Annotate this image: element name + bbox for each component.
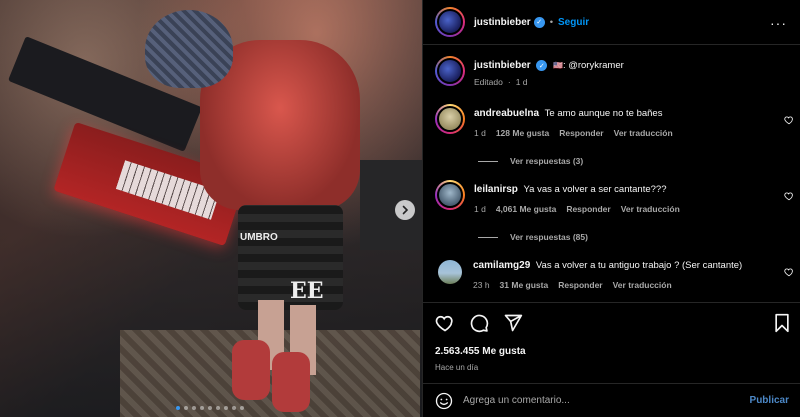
caption-author-avatar[interactable]: [435, 56, 465, 86]
post-actions: 2.563.455 Me gusta Hace un día: [423, 302, 800, 382]
carousel-dot: [224, 406, 228, 410]
comment-username[interactable]: leilanirsp: [474, 184, 518, 195]
comment-likes[interactable]: 128 Me gusta: [496, 128, 549, 138]
like-comment-heart-icon[interactable]: [784, 191, 794, 201]
comment-text: Vas a volver a tu antiguo trabajo ? (Ser…: [535, 260, 743, 271]
commenter-avatar[interactable]: [438, 260, 462, 284]
comment-text: Ya vas a volver a ser cantante???: [523, 184, 667, 195]
photo-person-beanie: [145, 10, 233, 88]
author-avatar[interactable]: [435, 7, 465, 37]
chevron-right-icon: [402, 205, 409, 215]
comment-item: camilamg29 Vas a volver a tu antiguo tra…: [435, 260, 742, 290]
comment-item: leilanirsp Ya vas a volver a ser cantant…: [435, 180, 680, 214]
comment-input[interactable]: [463, 395, 750, 406]
caption-text: : @rorykramer: [562, 60, 624, 72]
carousel-dot: [240, 406, 244, 410]
carousel-dot: [184, 406, 188, 410]
verified-badge-icon: ✓: [533, 16, 545, 28]
translate-button[interactable]: Ver traducción: [621, 204, 680, 214]
carousel-dot: [176, 406, 180, 410]
photo-shorts-logo: EE: [290, 278, 324, 304]
share-send-icon[interactable]: [503, 313, 523, 333]
follow-button[interactable]: Seguir: [558, 17, 589, 28]
publish-button[interactable]: Publicar: [750, 395, 789, 406]
separator-dot: •: [549, 16, 554, 28]
carousel-dot: [216, 406, 220, 410]
post-time-ago: Hace un día: [435, 363, 479, 372]
verified-badge-icon: ✓: [536, 60, 548, 71]
comment-username[interactable]: andreabuelna: [474, 108, 539, 119]
commenter-avatar[interactable]: [435, 180, 465, 210]
author-username[interactable]: justinbieber: [474, 17, 531, 28]
separator-dot: ·: [507, 77, 511, 88]
post-header: justinbieber ✓ • Seguir ···: [423, 0, 800, 45]
next-photo-button[interactable]: [395, 200, 415, 220]
replies-line: [478, 160, 498, 162]
photo-person-sock-left: [232, 340, 270, 400]
carousel-dot: [208, 406, 212, 410]
more-options-icon[interactable]: ···: [770, 15, 787, 31]
comment-time[interactable]: 23 h: [473, 280, 490, 290]
view-replies-button[interactable]: Ver respuestas (3): [478, 156, 583, 166]
translate-button[interactable]: Ver traducción: [614, 128, 673, 138]
caption: justinbieber ✓ 🇺🇸: @rorykramer Editado ·…: [435, 56, 624, 87]
action-icons: [435, 313, 523, 333]
post-photo[interactable]: UMBRO EE: [0, 0, 422, 417]
view-replies-label: Ver respuestas (85): [510, 232, 588, 242]
post-side-panel: justinbieber ✓ • Seguir ··· justinbieber…: [422, 0, 800, 417]
like-comment-heart-icon[interactable]: [784, 267, 794, 277]
post-viewer: UMBRO EE justinbieber ✓ • Seguir ··· jus…: [0, 0, 800, 417]
view-replies-label: Ver respuestas (3): [510, 156, 584, 166]
view-replies-button[interactable]: Ver respuestas (85): [478, 232, 588, 242]
commenter-avatar[interactable]: [435, 104, 465, 134]
photo-shorts-brand: UMBRO: [240, 232, 278, 243]
comment-likes[interactable]: 31 Me gusta: [500, 280, 549, 290]
carousel-dot: [232, 406, 236, 410]
comment-text: Te amo aunque no te bañes: [544, 108, 663, 119]
comment-bubble-icon[interactable]: [469, 313, 489, 333]
translate-button[interactable]: Ver traducción: [613, 280, 672, 290]
reply-button[interactable]: Responder: [559, 128, 603, 138]
edited-time: 1 d: [515, 77, 528, 88]
carousel-dot: [192, 406, 196, 410]
edited-label: Editado: [474, 77, 503, 88]
comment-time[interactable]: 1 d: [474, 204, 486, 214]
carousel-indicator: [176, 406, 244, 410]
likes-count[interactable]: 2.563.455 Me gusta: [435, 346, 526, 357]
save-bookmark-icon[interactable]: [773, 313, 791, 333]
comment-composer: Publicar: [423, 383, 800, 417]
replies-line: [478, 236, 498, 238]
like-comment-heart-icon[interactable]: [784, 115, 794, 125]
comment-username[interactable]: camilamg29: [473, 260, 530, 271]
comment-likes[interactable]: 4,061 Me gusta: [496, 204, 556, 214]
carousel-dot: [200, 406, 204, 410]
comment-time[interactable]: 1 d: [474, 128, 486, 138]
like-heart-icon[interactable]: [435, 313, 455, 333]
comment-item: andreabuelna Te amo aunque no te bañes 1…: [435, 104, 673, 138]
comments-section[interactable]: justinbieber ✓ 🇺🇸: @rorykramer Editado ·…: [423, 46, 800, 302]
reply-button[interactable]: Responder: [558, 280, 602, 290]
photo-person-sock-right: [272, 352, 310, 412]
reply-button[interactable]: Responder: [566, 204, 610, 214]
emoji-icon[interactable]: [435, 392, 453, 410]
caption-author-username[interactable]: justinbieber: [474, 60, 531, 71]
caption-flag: 🇺🇸: [552, 61, 563, 71]
